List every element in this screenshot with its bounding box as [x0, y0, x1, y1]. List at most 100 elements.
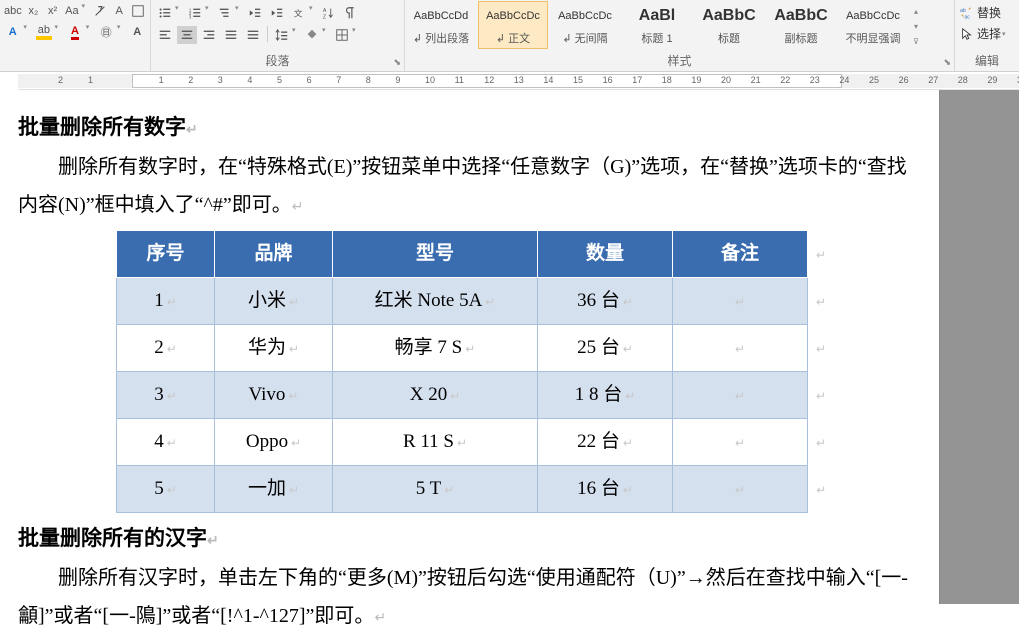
style-heading1[interactable]: AaBl标题 1: [622, 1, 692, 49]
style-list-para[interactable]: AaBbCcDd↲ 列出段落: [406, 1, 476, 49]
paragraph-2: 删除所有汉字时，单击左下角的“更多(M)”按钮后勾选“使用通配符（U)”→然后在…: [18, 559, 925, 635]
cursor-icon: [960, 27, 974, 41]
increase-indent-icon[interactable]: [267, 4, 287, 22]
styles-more-icon[interactable]: ⊽: [909, 37, 923, 46]
font-tools: abc x₂ x² Aa▾ A A▾ ab▾ A▾ ㊐▾ A: [0, 0, 150, 71]
cell-seq: 2 ↵: [117, 325, 215, 372]
th-seq: 序号: [117, 230, 215, 277]
cell-model: 5 T ↵: [333, 466, 538, 513]
bullets-icon[interactable]: [155, 4, 175, 22]
align-justify-icon[interactable]: [221, 26, 241, 44]
clear-format-icon[interactable]: [92, 2, 107, 20]
paragraph-label: 段落: [151, 52, 404, 69]
text-effects-icon[interactable]: A: [4, 23, 21, 41]
replace-icon: abac: [960, 6, 974, 20]
border-icon[interactable]: [131, 2, 146, 20]
enclose-icon[interactable]: ㊐: [97, 23, 114, 41]
borders-icon[interactable]: [332, 26, 352, 44]
cell-brand: 一加 ↵: [215, 466, 333, 513]
paragraph-launcher-icon[interactable]: ⬊: [393, 57, 401, 68]
style-no-spacing[interactable]: AaBbCcDc↲ 无间隔: [550, 1, 620, 49]
phonetic-icon[interactable]: A: [112, 2, 127, 20]
font-color-icon[interactable]: A: [66, 23, 83, 41]
cell-model: X 20 ↵: [333, 372, 538, 419]
line-spacing-icon[interactable]: [272, 26, 292, 44]
cell-qty: 22 台 ↵: [538, 419, 673, 466]
cell-qty: 25 台 ↵: [538, 325, 673, 372]
asian-layout-icon[interactable]: 文: [289, 4, 309, 22]
replace-label: 替换: [977, 4, 1001, 21]
strikethrough-icon[interactable]: abc: [4, 2, 22, 20]
cell-seq: 5 ↵: [117, 466, 215, 513]
th-qty: 数量: [538, 230, 673, 277]
ruler: 2112345678910111213141516171819202122232…: [0, 72, 1019, 90]
shading-icon[interactable]: [302, 26, 322, 44]
th-note: 备注: [673, 230, 808, 277]
char-shading-icon[interactable]: A: [129, 23, 146, 41]
change-case-icon[interactable]: Aa: [64, 2, 79, 20]
svg-text:A: A: [323, 8, 327, 14]
table-row: 1 ↵小米 ↵红米 Note 5A ↵36 台 ↵ ↵↵: [117, 277, 827, 324]
cell-model: 红米 Note 5A ↵: [333, 277, 538, 324]
cell-seq: 3 ↵: [117, 372, 215, 419]
superscript-icon[interactable]: x²: [45, 2, 60, 20]
select-label: 选择: [977, 25, 1001, 42]
styles-up-icon[interactable]: ▴: [909, 7, 923, 16]
svg-text:ab: ab: [960, 8, 966, 14]
edit-section: abac 替换 选择▾ 编辑: [955, 0, 1019, 71]
table-row: 5 ↵一加 ↵5 T ↵16 台 ↵ ↵↵: [117, 466, 827, 513]
cell-qty: 16 台 ↵: [538, 466, 673, 513]
cell-note: ↵: [673, 419, 808, 466]
svg-text:Z: Z: [323, 14, 327, 20]
data-table: 序号品牌型号数量备注↵ 1 ↵小米 ↵红米 Note 5A ↵36 台 ↵ ↵↵…: [116, 230, 827, 514]
style-subtle-emph[interactable]: AaBbCcDc不明显强调: [838, 1, 908, 49]
select-button[interactable]: 选择▾: [957, 23, 1017, 44]
paragraph-1: 删除所有数字时，在“特殊格式(E)”按钮菜单中选择“任意数字（G)”选项，在“替…: [18, 148, 925, 224]
multilevel-icon[interactable]: [215, 4, 235, 22]
cell-seq: 1 ↵: [117, 277, 215, 324]
replace-button[interactable]: abac 替换: [957, 2, 1017, 23]
sort-icon[interactable]: AZ: [319, 4, 339, 22]
styles-down-icon[interactable]: ▾: [909, 22, 923, 31]
align-right-icon[interactable]: [199, 26, 219, 44]
cell-note: ↵: [673, 372, 808, 419]
cell-brand: 小米 ↵: [215, 277, 333, 324]
decrease-indent-icon[interactable]: [245, 4, 265, 22]
align-center-icon[interactable]: [177, 26, 197, 44]
cell-brand: Oppo ↵: [215, 419, 333, 466]
highlight-icon[interactable]: ab: [35, 23, 52, 41]
style-subtitle[interactable]: AaBbC副标题: [766, 1, 836, 49]
cell-qty: 36 台 ↵: [538, 277, 673, 324]
cell-note: ↵: [673, 466, 808, 513]
heading-2: 批量删除所有的汉字↵: [18, 519, 925, 559]
heading-1: 批量删除所有数字↵: [18, 108, 925, 148]
cell-note: ↵: [673, 325, 808, 372]
cell-qty: 1 8 台 ↵: [538, 372, 673, 419]
th-model: 型号: [333, 230, 538, 277]
align-distribute-icon[interactable]: [243, 26, 263, 44]
numbering-icon[interactable]: 123: [185, 4, 205, 22]
style-normal[interactable]: AaBbCcDc↲ 正文: [478, 1, 548, 49]
show-marks-icon[interactable]: [341, 4, 361, 22]
subscript-icon[interactable]: x₂: [26, 2, 41, 20]
table-row: 2 ↵华为 ↵畅享 7 S ↵25 台 ↵ ↵↵: [117, 325, 827, 372]
styles-launcher-icon[interactable]: ⬊: [943, 57, 951, 68]
th-brand: 品牌: [215, 230, 333, 277]
style-title[interactable]: AaBbC标题: [694, 1, 764, 49]
svg-text:ac: ac: [964, 14, 970, 20]
ribbon-toolbar: abc x₂ x² Aa▾ A A▾ ab▾ A▾ ㊐▾ A ▾ 123▾ ▾ …: [0, 0, 1019, 72]
document-page[interactable]: 批量删除所有数字↵ 删除所有数字时，在“特殊格式(E)”按钮菜单中选择“任意数字…: [18, 90, 939, 604]
paragraph-section: ▾ 123▾ ▾ 文▾ AZ ▾ ▾ ▾ 段落 ⬊: [150, 0, 405, 71]
svg-text:文: 文: [294, 8, 303, 19]
align-left-icon[interactable]: [155, 26, 175, 44]
document-area: 批量删除所有数字↵ 删除所有数字时，在“特殊格式(E)”按钮菜单中选择“任意数字…: [0, 90, 1019, 604]
styles-label: 样式: [405, 52, 954, 69]
styles-section: AaBbCcDd↲ 列出段落AaBbCcDc↲ 正文AaBbCcDc↲ 无间隔A…: [405, 0, 955, 71]
cell-brand: Vivo ↵: [215, 372, 333, 419]
cell-brand: 华为 ↵: [215, 325, 333, 372]
horizontal-ruler[interactable]: 2112345678910111213141516171819202122232…: [18, 72, 1019, 90]
table-row: 4 ↵Oppo ↵R 11 S ↵22 台 ↵ ↵↵: [117, 419, 827, 466]
cell-seq: 4 ↵: [117, 419, 215, 466]
page-edge: [939, 90, 1019, 604]
table-row: 3 ↵Vivo ↵X 20 ↵1 8 台 ↵ ↵↵: [117, 372, 827, 419]
